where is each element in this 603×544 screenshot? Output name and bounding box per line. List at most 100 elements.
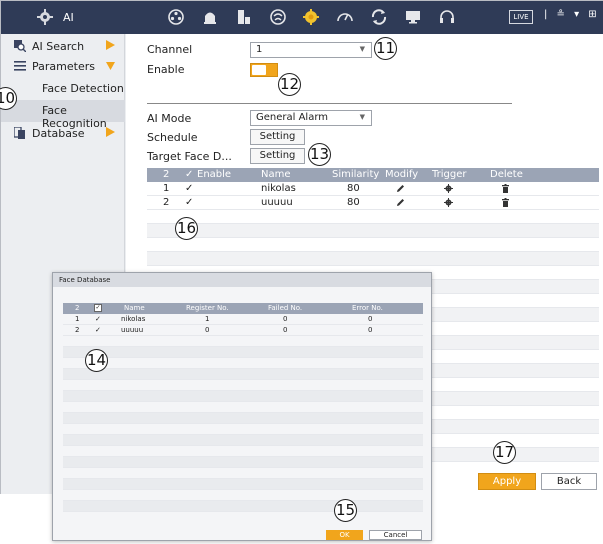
header-name: Name [124,304,145,312]
row-index: 1 [75,315,80,323]
callout-17: 17 [493,441,516,464]
header-trigger: Trigger [432,169,467,180]
header-delete: Delete [490,169,523,180]
table-row-empty [63,468,423,479]
back-button[interactable]: Back [541,473,597,490]
row-index: 1 [163,183,170,194]
row-error-no: 0 [368,326,373,334]
table-row-empty [147,224,599,238]
channel-label: Channel [147,43,193,56]
database-icon [14,127,25,139]
performance-icon[interactable] [336,8,354,26]
enable-label: Enable [147,63,185,76]
user-controls[interactable]: | ≗ ▾ ⊞ [544,9,600,20]
audio-icon[interactable] [438,8,456,26]
callout-10: 10 [0,87,17,110]
callout-16: 16 [175,217,198,240]
table-row[interactable]: 1 ✓ nikolas 1 0 0 [63,314,423,325]
sidebar-item-face-detection[interactable]: Face Detection [1,78,125,100]
enable-toggle[interactable] [250,63,278,77]
table-row-empty [63,413,423,424]
table-row-empty [147,238,599,252]
face-database-table: 2 ✓ Name Register No. Failed No. Error N… [63,303,423,512]
table-row-empty [63,369,423,380]
storage-icon[interactable] [235,8,253,26]
row-failed-no: 0 [283,315,288,323]
row-enable-check[interactable]: ✓ [185,183,193,194]
network-icon[interactable] [269,8,287,26]
sidebar-item-database[interactable]: Database [1,123,125,145]
edit-icon[interactable] [396,198,405,207]
row-failed-no: 0 [283,326,288,334]
chevron-right-icon [106,127,115,137]
trash-icon[interactable] [501,184,510,193]
header-select-all-checkbox[interactable]: ✓ [94,304,102,312]
row-enable-check[interactable]: ✓ [185,197,193,208]
playback-icon[interactable] [201,8,219,26]
app-brand: AI [37,9,74,25]
ai-icon [37,9,53,25]
ai-mode-select[interactable]: General Alarm ▼ [250,110,372,126]
ok-button[interactable]: OK [326,530,363,540]
table-row-empty [63,424,423,435]
display-icon[interactable] [404,8,422,26]
ai-active-icon[interactable] [302,8,320,26]
row-index: 2 [75,326,80,334]
row-similarity: 80 [347,197,360,208]
row-checkbox[interactable]: ✓ [95,315,101,323]
callout-13: 13 [308,143,331,166]
sidebar-item-label: Parameters [32,60,95,73]
gear-icon[interactable] [444,184,453,193]
header-modify: Modify [385,169,419,180]
dropdown-caret-icon: ▼ [359,113,365,121]
face-database-dialog: Face Database 2 ✓ Name Register No. Fail… [52,272,432,541]
schedule-setting-button[interactable]: Setting [250,129,305,145]
row-error-no: 0 [368,315,373,323]
row-register-no: 1 [205,315,210,323]
callout-15: 15 [334,499,357,522]
list-icon [14,61,26,71]
channel-select[interactable]: 1 ▼ [250,42,372,58]
row-name: uuuuu [261,197,293,208]
camera-icon[interactable] [167,8,185,26]
live-button[interactable]: LIVE [509,10,533,24]
row-register-no: 0 [205,326,210,334]
dropdown-caret-icon: ▼ [359,45,365,53]
row-name: nikolas [121,315,146,323]
row-name: uuuuu [121,326,144,334]
header-count: 2 [163,169,170,180]
target-face-setting-button[interactable]: Setting [250,148,305,164]
header-enable: Enable [197,169,232,180]
header-name: Name [261,169,291,180]
sidebar-item-parameters[interactable]: Parameters [1,56,125,78]
chevron-right-icon [106,40,115,50]
maintenance-icon[interactable] [370,8,388,26]
table-row-empty [63,435,423,446]
header-enable-check[interactable]: ✓ [185,169,193,180]
apply-button[interactable]: Apply [478,473,536,490]
table-header: 2 ✓ Enable Name Similarity Modify Trigge… [147,168,599,182]
target-face-label: Target Face D... [147,150,232,163]
sidebar-item-ai-search[interactable]: AI Search [1,36,125,58]
gear-icon[interactable] [444,198,453,207]
header-similarity: Similarity [332,169,380,180]
table-row-empty [63,457,423,468]
row-checkbox[interactable]: ✓ [95,326,101,334]
top-navigation-bar: AI LIVE | ≗ ▾ ⊞ [1,1,603,34]
table-row-empty [63,402,423,413]
table-row[interactable]: 2 ✓ uuuuu 0 0 0 [63,325,423,336]
cancel-button[interactable]: Cancel [369,530,422,540]
ai-mode-value: General Alarm [256,112,329,123]
table-row-empty [63,490,423,501]
trash-icon[interactable] [501,198,510,207]
table-row[interactable]: 2 ✓ uuuuu 80 [147,196,599,210]
table-row[interactable]: 1 ✓ nikolas 80 [147,182,599,196]
channel-value: 1 [256,44,263,55]
sidebar-item-face-recognition[interactable]: Face Recognition [1,100,125,130]
app-title: AI [63,10,74,24]
edit-icon[interactable] [396,184,405,193]
callout-11: 11 [374,37,397,60]
header-error-no: Error No. [352,304,383,312]
dialog-title: Face Database [53,273,431,287]
header-register-no: Register No. [186,304,229,312]
